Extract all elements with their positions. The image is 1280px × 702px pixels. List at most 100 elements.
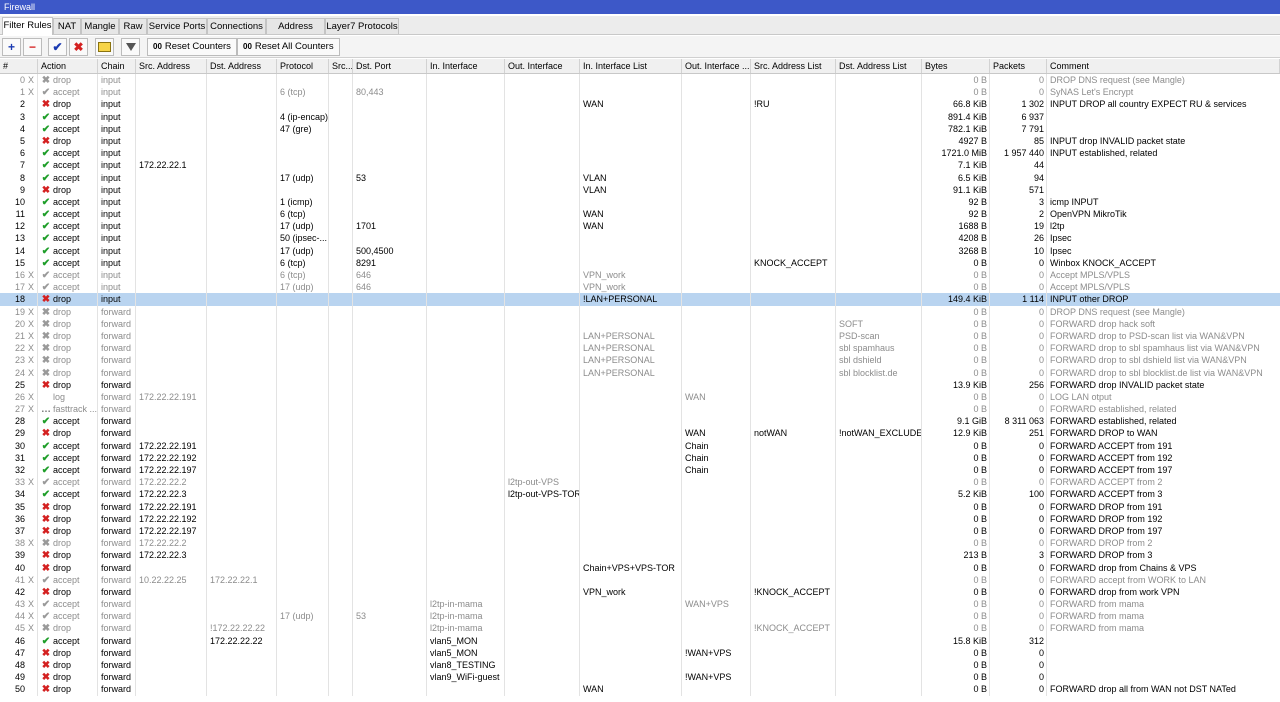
table-row[interactable]: 6 ✔ accept input 1721.0 MiB 1 957 440 INPUT es…: [0, 147, 1280, 159]
table-row[interactable]: 16 X ✔ accept input 6 (tcp) 646 VPN_work 0 B 0 Acc…: [0, 269, 1280, 281]
enable-button[interactable]: ✔: [48, 38, 67, 56]
table-row[interactable]: 40 ✖ drop forward Chain+VPS+VPS-TOR 0 B 0 FORWA…: [0, 562, 1280, 574]
table-row[interactable]: 43 X ✔ accept forward l2tp-in-mama WAN+VPS 0 B0…: [0, 598, 1280, 610]
table-row[interactable]: 46 ✔ accept forward 172.22.22.22 vlan5_MON 15.…: [0, 635, 1280, 647]
table-row[interactable]: 32 ✔ accept forward 172.22.22.197 Chain 0 B 0 FO…: [0, 464, 1280, 476]
column-header-src-port[interactable]: Src...: [329, 59, 353, 73]
table-row[interactable]: 2 ✖ drop input WAN !RU 66.8 KiB 1 302 INPUT DROP…: [0, 98, 1280, 110]
disable-button[interactable]: ✖: [69, 38, 88, 56]
table-row[interactable]: 25 ✖ drop forward 13.9 KiB 256 FORWARD drop IN…: [0, 379, 1280, 391]
column-header-chain[interactable]: Chain: [98, 59, 136, 73]
column-header-num[interactable]: #: [0, 59, 38, 73]
cell-dst-address: 172.22.22.1: [210, 574, 258, 585]
tab-filter-rules[interactable]: Filter Rules: [2, 17, 53, 35]
table-row[interactable]: 19 X ✖ drop forward 0 B 0 DROP DNS request (see…: [0, 306, 1280, 318]
table-row[interactable]: 10 ✔ accept input 1 (icmp) 92 B 3 icmp INPUT: [0, 196, 1280, 208]
column-header-action[interactable]: Action: [38, 59, 98, 73]
table-row[interactable]: 29 ✖ drop forward WAN notWAN !notWAN_EXCLUDE 12…: [0, 427, 1280, 439]
column-header-out-interface[interactable]: Out. Interface: [505, 59, 580, 73]
tab-address-lists[interactable]: Address Lists: [266, 18, 325, 47]
filter-button[interactable]: [121, 38, 140, 56]
tab-nat[interactable]: NAT: [53, 18, 81, 34]
table-row[interactable]: 48 ✖ drop forward vlan8_TESTING 0 B0: [0, 659, 1280, 671]
table-row[interactable]: 37 ✖ drop forward 172.22.22.197 0 B 0 FORWARD D…: [0, 525, 1280, 537]
rule-number: 23: [14, 355, 25, 366]
table-row[interactable]: 15 ✔ accept input 6 (tcp) 8291 KNOCK_ACCEPT 0 B…: [0, 257, 1280, 269]
table-row[interactable]: 5 ✖ drop input 4927 B 85 INPUT drop INVALID pa…: [0, 135, 1280, 147]
action-label: drop: [53, 75, 72, 85]
table-row[interactable]: 28 ✔ accept forward 9.1 GiB 8 311 063 FORWARD …: [0, 415, 1280, 427]
table-row[interactable]: 34 ✔ accept forward 172.22.22.3 l2tp-out-VPS-…: [0, 488, 1280, 500]
table-row[interactable]: 44 X ✔ accept forward 17 (udp) 53 l2tp-in-mama 0…: [0, 610, 1280, 622]
cell-src-address: 172.22.22.197: [139, 465, 197, 475]
remove-button[interactable]: −: [23, 38, 42, 56]
table-row[interactable]: 8 ✔ accept input 17 (udp) 53 VLAN 6.5 KiB 94: [0, 172, 1280, 184]
table-row[interactable]: 30 ✔ accept forward 172.22.22.191 Chain 0 B 0 FO…: [0, 440, 1280, 452]
column-header-dst-port[interactable]: Dst. Port: [353, 59, 427, 73]
cell-protocol: 17 (udp): [280, 611, 314, 622]
cell-src-address-list: [751, 220, 836, 232]
accept-check-icon: ✔: [41, 270, 51, 281]
column-header-bytes[interactable]: Bytes: [922, 59, 990, 73]
column-header-packets[interactable]: Packets: [990, 59, 1047, 73]
tab-raw[interactable]: Raw: [119, 18, 147, 34]
table-row[interactable]: 31 ✔ accept forward 172.22.22.192 Chain 0 B 0 FO…: [0, 452, 1280, 464]
table-row[interactable]: 7 ✔ accept input 172.22.22.1 7.1 KiB 44: [0, 159, 1280, 171]
column-header-dst-address[interactable]: Dst. Address: [207, 59, 277, 73]
table-row[interactable]: 36 ✖ drop forward 172.22.22.192 0 B 0 FORWARD D…: [0, 513, 1280, 525]
table-row[interactable]: 21 X ✖ drop forward LAN+PERSONAL PSD-scan 0 B0F…: [0, 330, 1280, 342]
table-row[interactable]: 47 ✖ drop forward vlan5_MON !WAN+VPS 0 B0: [0, 647, 1280, 659]
table-row[interactable]: 17 X ✔ accept input 17 (udp) 646 VPN_work 0 B 0 Ac…: [0, 281, 1280, 293]
cell-in-interface-list: WAN: [583, 99, 604, 110]
rule-number: 22: [14, 343, 25, 354]
column-header-in-interface[interactable]: In. Interface: [427, 59, 505, 73]
add-button[interactable]: +: [2, 38, 21, 56]
table-row[interactable]: 18 ✖ drop input !LAN+PERSONAL 149.4 KiB 1 114 I…: [0, 293, 1280, 306]
cell-src-address-list: [751, 598, 836, 610]
comment-button[interactable]: [95, 38, 114, 56]
tab-service-ports[interactable]: Service Ports: [147, 18, 207, 34]
table-row[interactable]: 23 X ✖ drop forward LAN+PERSONAL sbl dshield 0 …: [0, 354, 1280, 366]
cell-bytes: 0 B: [973, 257, 987, 268]
column-header-out-interface-list[interactable]: Out. Interface ...: [682, 59, 751, 73]
column-header-protocol[interactable]: Protocol: [277, 59, 329, 73]
reset-counters-button[interactable]: 00 Reset Counters: [147, 38, 237, 56]
table-row[interactable]: 39 ✖ drop forward 172.22.22.3 213 B 3 FORWARD D…: [0, 549, 1280, 561]
table-row[interactable]: 42 ✖ drop forward VPN_work !KNOCK_ACCEPT 0 B0F…: [0, 586, 1280, 598]
table-row[interactable]: 11 ✔ accept input 6 (tcp) WAN 92 B 2 OpenVPN Mik…: [0, 208, 1280, 220]
cell-packets: 0: [1038, 404, 1044, 415]
cell-protocol: [277, 354, 329, 366]
table-row[interactable]: 35 ✖ drop forward 172.22.22.191 0 B 0 FORWARD D…: [0, 501, 1280, 513]
table-row[interactable]: 9 ✖ drop input VLAN 91.1 KiB 571: [0, 184, 1280, 196]
tab-mangle[interactable]: Mangle: [81, 18, 119, 34]
cell-in-interface-list: [580, 659, 682, 671]
table-row[interactable]: 3 ✔ accept input 4 (ip-encap) 891.4 KiB 6 937: [0, 111, 1280, 123]
column-header-src-address[interactable]: Src. Address: [136, 59, 207, 73]
table-row[interactable]: 41 X ✔ accept forward 10.22.22.25 172.22.22.1 0…: [0, 574, 1280, 586]
column-header-comment[interactable]: Comment: [1047, 59, 1280, 73]
column-header-src-address-list[interactable]: Src. Address List: [751, 59, 836, 73]
table-row[interactable]: 20 X ✖ drop forward SOFT 0 B 0 FORWARD drop hack…: [0, 318, 1280, 330]
table-row[interactable]: 27 X… fasttrack ... forward 0 B 0 FORWARD esta…: [0, 403, 1280, 415]
cell-in-interface-list: VPN_work: [583, 270, 626, 280]
tab-connections[interactable]: Connections: [207, 18, 266, 34]
tab-layer7-protocols[interactable]: Layer7 Protocols: [325, 18, 399, 34]
table-row[interactable]: 49 ✖ drop forward vlan9_WiFi-guest !WAN+VPS 0 …: [0, 671, 1280, 683]
reset-all-counters-button[interactable]: 00 Reset All Counters: [237, 38, 340, 56]
table-row[interactable]: 12 ✔ accept input 17 (udp) 1701 WAN 1688 B 19 l2t…: [0, 220, 1280, 232]
table-row[interactable]: 38 X ✖ drop forward 172.22.22.2 0 B 0 FORWARD DR…: [0, 537, 1280, 549]
table-row[interactable]: 0 X ✖ drop input 0 B 0 DROP DNS request (see Ma…: [0, 74, 1280, 86]
table-row[interactable]: 13 ✔ accept input 50 (ipsec-... 4208 B 26 Ipsec: [0, 232, 1280, 244]
column-header-dst-address-list[interactable]: Dst. Address List: [836, 59, 922, 73]
cell-protocol: 6 (tcp): [280, 209, 306, 220]
table-row[interactable]: 45 X ✖ drop forward !172.22.22.22 l2tp-in-mama…: [0, 622, 1280, 634]
table-row[interactable]: 26 Xlog forward 172.22.22.191 WAN 0 B 0 LOG LAN…: [0, 391, 1280, 403]
table-row[interactable]: 4 ✔ accept input 47 (gre) 782.1 KiB 7 791: [0, 123, 1280, 135]
column-header-in-interface-list[interactable]: In. Interface List: [580, 59, 682, 73]
table-row[interactable]: 1 X ✔ accept input 6 (tcp) 80,443 0 B 0 SyNAS Let…: [0, 86, 1280, 98]
table-row[interactable]: 24 X ✖ drop forward LAN+PERSONAL sbl blocklist…: [0, 367, 1280, 379]
table-row[interactable]: 33 X ✔ accept forward 172.22.22.2 l2tp-out-VPS…: [0, 476, 1280, 488]
table-row[interactable]: 50 ✖ drop forward WAN 0 B 0 FORWARD drop all fr…: [0, 683, 1280, 695]
table-row[interactable]: 14 ✔ accept input 17 (udp) 500,4500 3268 B 10 Ip…: [0, 245, 1280, 257]
table-row[interactable]: 22 X ✖ drop forward LAN+PERSONAL sbl spamhaus 0…: [0, 342, 1280, 354]
